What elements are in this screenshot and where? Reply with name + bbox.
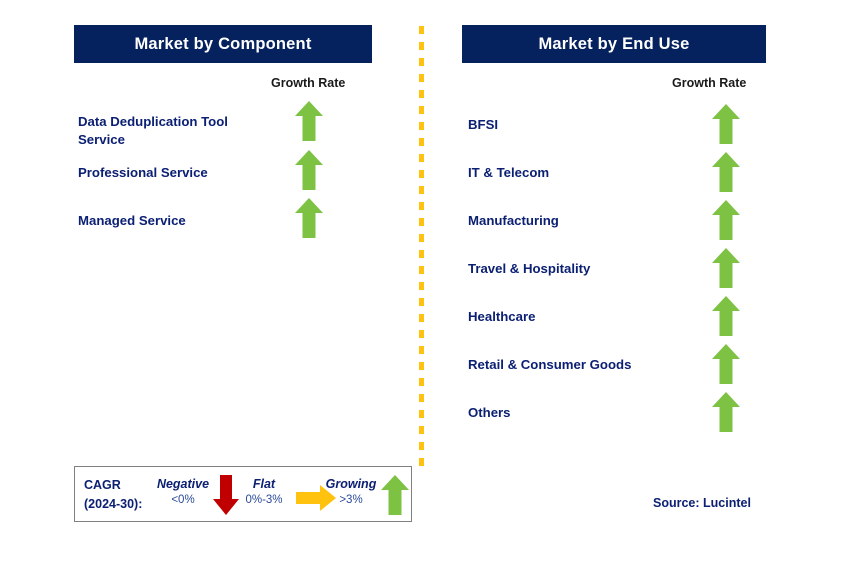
row-label-data-deduplication-tool-service: Data Deduplication Tool Service <box>78 114 228 147</box>
arrow-up-icon-manufacturing <box>712 200 740 240</box>
legend-cagr: CAGR (2024-30): Negative <0% Flat 0%-3% … <box>74 466 412 522</box>
row-label-travel-hospitality: Travel & Hospitality <box>468 261 591 276</box>
arrow-up-icon-bfsi <box>712 104 740 144</box>
legend-title-cagr: CAGR (2024-30): <box>84 478 143 511</box>
legend-range-negative: <0% <box>171 494 195 506</box>
row-label-others: Others <box>468 405 511 420</box>
arrow-up-icon-travel-hospitality <box>712 248 740 288</box>
legend-item-negative: Negative <0% <box>147 477 219 506</box>
row-label-bfsi: BFSI <box>468 117 499 132</box>
legend-label-growing: Growing <box>325 477 377 491</box>
legend-label-flat: Flat <box>252 477 276 491</box>
arrow-up-icon-managed-service <box>295 198 323 238</box>
row-label-manufacturing: Manufacturing <box>468 213 559 228</box>
row-label-healthcare: Healthcare <box>468 309 536 324</box>
arrow-up-icon-professional-service <box>295 150 323 190</box>
legend-range-growing: >3% <box>339 494 363 506</box>
row-label-professional-service: Professional Service <box>78 165 208 180</box>
vertical-dashed-divider <box>419 26 424 472</box>
panel-title-market-by-end-use: Market by End Use <box>462 25 766 63</box>
source-note: Source: Lucintel <box>653 496 751 510</box>
legend-range-flat: 0%-3% <box>245 494 283 506</box>
arrow-up-icon-it-telecom <box>712 152 740 192</box>
panel-market-by-end-use: Market by End Use Growth Rate BFSI IT & … <box>440 0 860 564</box>
legend-item-growing: Growing >3% <box>313 477 389 506</box>
legend-label-negative: Negative <box>156 477 210 491</box>
legend-item-flat: Flat 0%-3% <box>230 477 298 506</box>
arrow-up-icon-retail-consumer-goods <box>712 344 740 384</box>
arrow-up-icon-data-deduplication-tool-service <box>295 101 323 141</box>
row-label-retail-consumer-goods: Retail & Consumer Goods <box>468 357 632 372</box>
growth-rate-caption-component: Growth Rate <box>271 76 346 90</box>
arrow-up-icon-growing <box>381 475 409 515</box>
arrow-up-icon-healthcare <box>712 296 740 336</box>
row-label-managed-service: Managed Service <box>78 213 186 228</box>
growth-rate-caption-end-use: Growth Rate <box>672 76 747 90</box>
arrow-up-icon-others <box>712 392 740 432</box>
row-label-it-telecom: IT & Telecom <box>468 165 550 180</box>
panel-title-market-by-component: Market by Component <box>74 25 372 63</box>
